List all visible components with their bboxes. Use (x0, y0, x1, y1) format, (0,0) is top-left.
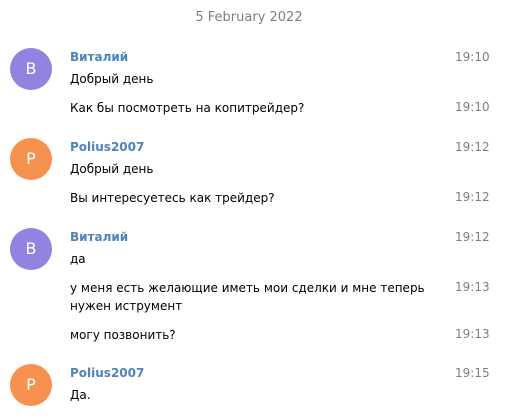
message-text[interactable]: Добрый день (70, 70, 446, 88)
sender-name[interactable]: Polius2007 (70, 140, 144, 154)
date-separator: 5 February 2022 (195, 10, 303, 25)
sender-name[interactable]: Polius2007 (70, 366, 144, 380)
message-time: 19:12 (455, 230, 490, 244)
message-text[interactable]: Вы интересуетесь как трейдер? (70, 189, 446, 207)
avatar[interactable]: P (10, 364, 52, 406)
avatar[interactable]: P (10, 138, 52, 180)
avatar[interactable]: В (10, 48, 52, 90)
message-text[interactable]: Да. (70, 386, 446, 404)
message-text[interactable]: Добрый день (70, 160, 446, 178)
message-text[interactable]: у меня есть желающие иметь мои сделки и … (70, 279, 446, 315)
avatar[interactable]: В (10, 228, 52, 270)
message-text[interactable]: могу позвонить? (70, 326, 446, 344)
message-text[interactable]: да (70, 250, 446, 268)
sender-name[interactable]: Виталий (70, 230, 128, 244)
message-time: 19:13 (455, 327, 490, 341)
sender-name[interactable]: Виталий (70, 50, 128, 64)
message-time: 19:12 (455, 190, 490, 204)
message-text[interactable]: Как бы посмотреть на копитрейдер? (70, 99, 446, 117)
message-time: 19:13 (455, 280, 490, 294)
message-time: 19:10 (455, 100, 490, 114)
message-time: 19:15 (455, 366, 490, 380)
message-time: 19:12 (455, 140, 490, 154)
message-time: 19:10 (455, 50, 490, 64)
